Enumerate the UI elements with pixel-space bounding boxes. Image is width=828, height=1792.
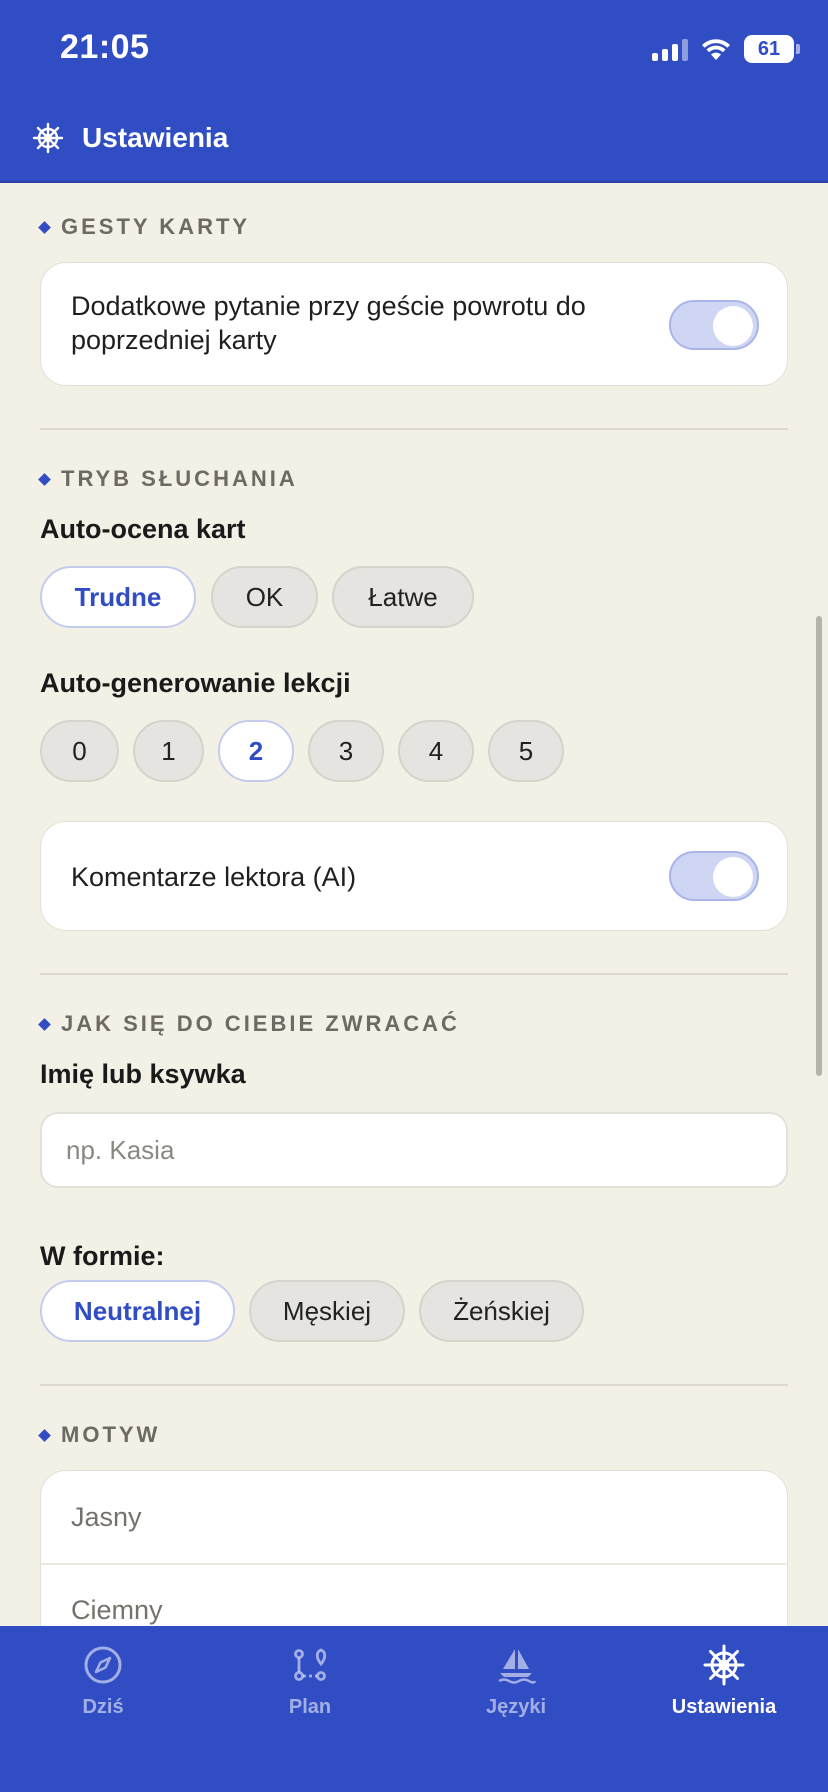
divider (40, 973, 788, 975)
auto-lessons-option-2[interactable]: 2 (218, 720, 294, 782)
form-option-neutral[interactable]: Neutralnej (40, 1280, 235, 1342)
diamond-icon (38, 1428, 51, 1442)
name-heading: Imię lub ksywka (40, 1059, 246, 1089)
ship-wheel-icon (703, 1644, 745, 1686)
auto-lessons-option-4[interactable]: 4 (398, 720, 474, 782)
section-title: GESTY KARTY (61, 214, 251, 239)
diamond-icon (38, 220, 51, 234)
form-option-masculine[interactable]: Męskiej (249, 1280, 405, 1342)
page-title: Ustawienia (82, 122, 229, 153)
gesture-confirm-label: Dodatkowe pytanie przy geście powrotu do… (71, 291, 586, 355)
narrator-comments-toggle[interactable] (669, 851, 759, 901)
status-time: 21:05 (60, 28, 150, 66)
auto-lessons-option-0[interactable]: 0 (40, 720, 119, 782)
tab-today[interactable]: Dziś (13, 1644, 193, 1719)
narrator-comments-card: Komentarze lektora (AI) (40, 821, 788, 931)
tab-bar: Dziś Plan Języki Ustawienia (0, 1626, 828, 1792)
divider (40, 1384, 788, 1386)
auto-lessons-heading: Auto-generowanie lekcji (40, 668, 351, 698)
section-title: JAK SIĘ DO CIEBIE ZWRACAĆ (61, 1011, 460, 1036)
section-label-theme: MOTYW (38, 1422, 161, 1448)
sailboat-icon (498, 1649, 537, 1684)
scrollbar[interactable] (816, 616, 822, 1076)
wifi-icon (702, 39, 730, 60)
auto-rating-heading: Auto-ocena kart (40, 514, 246, 544)
section-label-listening: TRYB SŁUCHANIA (38, 466, 298, 492)
diamond-icon (38, 1017, 51, 1031)
auto-lessons-option-5[interactable]: 5 (488, 720, 564, 782)
auto-lessons-option-1[interactable]: 1 (133, 720, 204, 782)
tab-label: Plan (288, 1696, 332, 1718)
narrator-comments-label: Komentarze lektora (AI) (71, 862, 357, 892)
signal-icon (652, 37, 688, 61)
diamond-icon (38, 472, 51, 486)
divider (40, 428, 788, 430)
status-icons: 61 (652, 34, 800, 64)
toggle-knob (713, 857, 753, 897)
toggle-knob (713, 306, 753, 346)
section-title: TRYB SŁUCHANIA (61, 466, 298, 491)
tab-settings[interactable]: Ustawienia (634, 1644, 814, 1719)
auto-rating-option-easy[interactable]: Łatwe (332, 566, 474, 628)
compass-icon (84, 1646, 122, 1684)
name-input[interactable] (40, 1112, 788, 1188)
tab-label: Dziś (82, 1696, 124, 1718)
gesture-confirm-toggle[interactable] (669, 300, 759, 350)
route-icon (294, 1648, 327, 1681)
auto-rating-option-hard[interactable]: Trudne (40, 566, 196, 628)
form-option-feminine[interactable]: Żeńskiej (419, 1280, 584, 1342)
ship-wheel-icon (32, 122, 64, 154)
top-bar: 21:05 61 Ustawienia (0, 0, 828, 183)
section-label-address: JAK SIĘ DO CIEBIE ZWRACAĆ (38, 1011, 460, 1037)
gesture-confirm-card: Dodatkowe pytanie przy geście powrotu do… (40, 262, 788, 386)
auto-lessons-option-3[interactable]: 3 (308, 720, 384, 782)
battery-indicator: 61 (744, 35, 800, 63)
section-title: MOTYW (61, 1422, 161, 1447)
tab-label: Ustawienia (671, 1696, 777, 1718)
tab-plan[interactable]: Plan (220, 1644, 400, 1719)
auto-rating-option-ok[interactable]: OK (211, 566, 318, 628)
theme-option-light[interactable]: Jasny (41, 1471, 787, 1563)
section-label-gestures: GESTY KARTY (38, 214, 251, 240)
form-heading: W formie: (40, 1241, 165, 1271)
tab-languages[interactable]: Języki (426, 1644, 606, 1719)
tab-label: Języki (485, 1696, 547, 1718)
